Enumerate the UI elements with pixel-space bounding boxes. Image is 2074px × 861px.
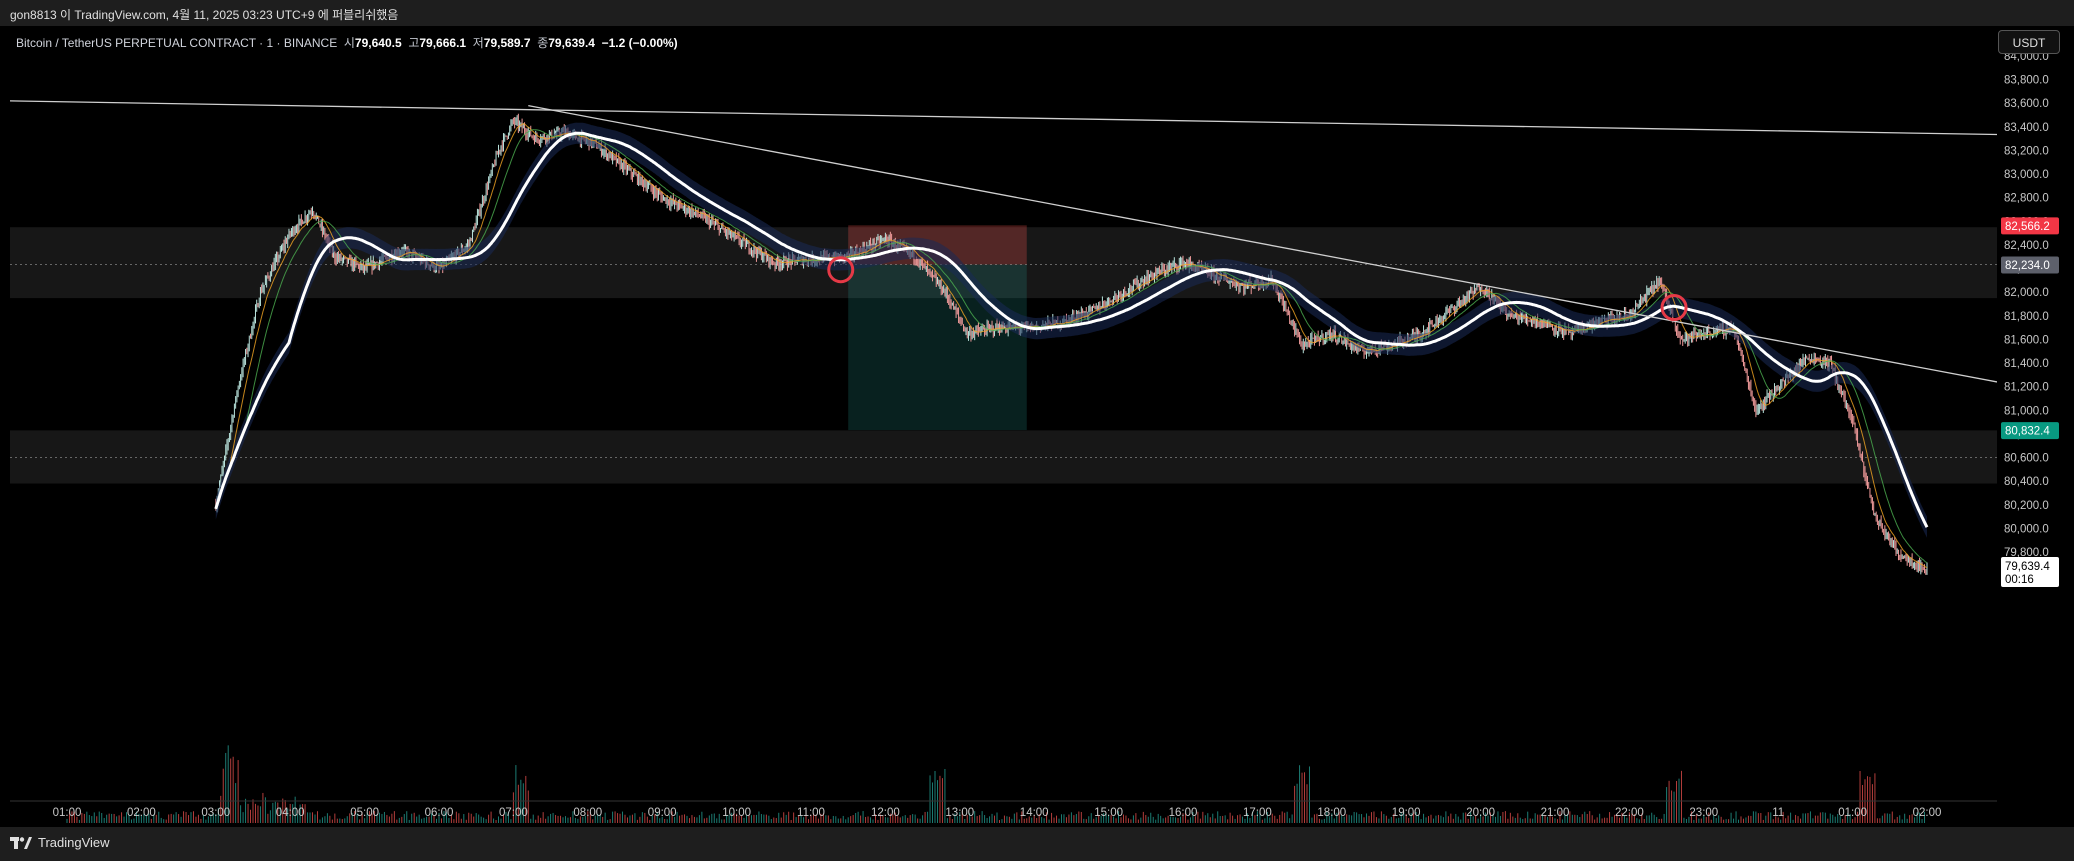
price-tick-label: 82,400.0 xyxy=(2004,240,2049,252)
time-tick-label: 22:00 xyxy=(1615,807,1644,819)
time-tick-label: 01:00 xyxy=(53,807,82,819)
time-tick-label: 04:00 xyxy=(276,807,305,819)
close-label: 종 xyxy=(537,36,549,50)
footer-bar: TradingView xyxy=(0,827,2074,861)
price-axis: 84,000.083,800.083,600.083,400.083,200.0… xyxy=(1997,26,2074,801)
time-tick-label: 12:00 xyxy=(871,807,900,819)
time-tick-label: 18:00 xyxy=(1317,807,1346,819)
high-label: 고 xyxy=(408,36,420,50)
price-tick-label: 81,200.0 xyxy=(2004,382,2049,394)
ma-mid-line xyxy=(215,129,1928,564)
price-tick-label: 80,000.0 xyxy=(2004,523,2049,535)
time-tick-label: 06:00 xyxy=(425,807,454,819)
price-tick-label: 83,800.0 xyxy=(2004,75,2049,87)
time-tick-label: 02:00 xyxy=(1913,807,1942,819)
stop-price-badge: 82,566.2 xyxy=(2005,221,2050,233)
low-label: 저 xyxy=(472,36,484,50)
price-chart[interactable]: 84,000.083,800.083,600.083,400.083,200.0… xyxy=(0,26,2074,827)
symbol-legend: Bitcoin / TetherUS PERPETUAL CONTRACT · … xyxy=(16,34,678,51)
indicator-lines xyxy=(214,122,1929,568)
time-tick-label: 17:00 xyxy=(1243,807,1272,819)
time-tick-label: 20:00 xyxy=(1466,807,1495,819)
tradingview-logo-icon xyxy=(10,836,32,849)
time-tick-label: 11 xyxy=(1772,807,1784,819)
time-tick-label: 23:00 xyxy=(1689,807,1718,819)
price-tick-label: 81,600.0 xyxy=(2004,334,2049,346)
symbol-title: Bitcoin / TetherUS PERPETUAL CONTRACT · … xyxy=(16,36,338,50)
price-tick-label: 83,000.0 xyxy=(2004,169,2049,181)
low-value: 79,589.7 xyxy=(483,36,531,50)
publish-caption: gon8813 이 TradingView.com, 4월 11, 2025 0… xyxy=(10,8,399,22)
time-tick-label: 09:00 xyxy=(648,807,677,819)
price-tick-label: 83,400.0 xyxy=(2004,122,2049,134)
tradingview-brand: TradingView xyxy=(38,835,110,850)
long-trendline xyxy=(9,100,1998,136)
volume-bars xyxy=(66,745,1926,823)
entry-price-badge: 82,234.0 xyxy=(2005,260,2050,272)
time-tick-label: 15:00 xyxy=(1094,807,1123,819)
ma-fast-line xyxy=(215,123,1928,568)
price-tick-label: 82,000.0 xyxy=(2004,287,2049,299)
price-tick-label: 83,200.0 xyxy=(2004,145,2049,157)
time-tick-label: 16:00 xyxy=(1169,807,1198,819)
price-tick-label: 81,400.0 xyxy=(2004,358,2049,370)
time-tick-label: 11:00 xyxy=(797,807,825,819)
price-tick-label: 80,400.0 xyxy=(2004,476,2049,488)
position-reward-zone xyxy=(848,264,1027,431)
price-tick-label: 80,600.0 xyxy=(2004,453,2049,465)
open-value: 79,640.5 xyxy=(354,36,402,50)
change-value: −1.2 (−0.00%) xyxy=(601,36,678,50)
candles xyxy=(215,113,1928,575)
time-tick-label: 05:00 xyxy=(350,807,379,819)
time-tick-label: 08:00 xyxy=(573,807,602,819)
price-tick-label: 81,000.0 xyxy=(2004,405,2049,417)
publish-caption-bar: gon8813 이 TradingView.com, 4월 11, 2025 0… xyxy=(0,0,2074,26)
time-tick-label: 07:00 xyxy=(499,807,528,819)
time-tick-label: 14:00 xyxy=(1020,807,1049,819)
time-tick-label: 02:00 xyxy=(127,807,156,819)
time-tick-label: 01:00 xyxy=(1838,807,1867,819)
target-price-badge: 80,832.4 xyxy=(2005,426,2050,438)
price-tick-label: 80,200.0 xyxy=(2004,500,2049,512)
bar-countdown: 00:16 xyxy=(2005,574,2034,586)
currency-unit-button[interactable]: USDT xyxy=(1998,30,2060,54)
price-tick-label: 81,800.0 xyxy=(2004,311,2049,323)
price-tick-label: 83,600.0 xyxy=(2004,98,2049,110)
tradingview-logo[interactable]: TradingView xyxy=(10,835,110,850)
high-value: 79,666.1 xyxy=(419,36,467,50)
chart-pane[interactable]: 84,000.0 83,800.0 83,600.0 83,400.0 83,200.0… xyxy=(0,26,2074,827)
open-label: 시 xyxy=(343,36,355,50)
time-tick-label: 13:00 xyxy=(945,807,974,819)
last-price-badge: 79,639.4 xyxy=(2005,561,2050,573)
time-tick-label: 03:00 xyxy=(201,807,230,819)
time-tick-label: 19:00 xyxy=(1392,807,1421,819)
time-tick-label: 10:00 xyxy=(722,807,751,819)
support-resistance-zone xyxy=(10,430,1997,484)
price-tick-label: 82,800.0 xyxy=(2004,193,2049,205)
close-value: 79,639.4 xyxy=(548,36,595,50)
time-tick-label: 21:00 xyxy=(1541,807,1570,819)
